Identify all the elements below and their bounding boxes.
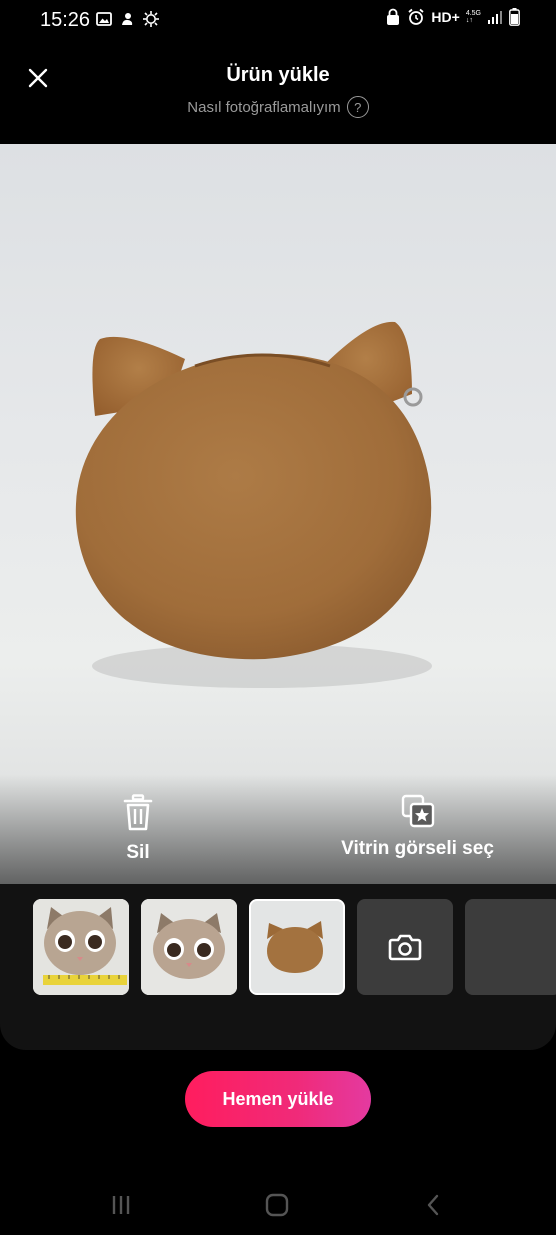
thumbnail-2[interactable]: [141, 899, 237, 995]
back-icon: [427, 1194, 439, 1216]
network-speed: 4.5G ↓↑: [466, 10, 481, 24]
thumbnail-panel: [0, 884, 556, 1050]
question-icon: ?: [346, 96, 369, 118]
delete-label: Sil: [126, 842, 150, 863]
trash-icon: [123, 794, 153, 831]
thumbnail-1[interactable]: [33, 899, 129, 995]
camera-icon: [388, 934, 422, 961]
network-arrows: ↓↑: [465, 17, 473, 24]
app-notification-icon: [122, 13, 133, 25]
cat-face-with-ruler-image: [33, 899, 129, 995]
upload-now-button[interactable]: Hemen yükle: [185, 1071, 371, 1127]
status-notification-icons: [96, 10, 160, 28]
photo-action-bar: Sil Vitrin görseli seç: [0, 794, 556, 874]
page-title: Ürün yükle: [226, 64, 330, 86]
bottom-action-area: Hemen yükle: [0, 1050, 556, 1170]
lock-icon: [387, 8, 400, 25]
cat-face-image: [141, 899, 237, 995]
back-button[interactable]: [418, 1190, 448, 1220]
recent-apps-button[interactable]: [106, 1190, 136, 1220]
empty-photo-slot[interactable]: [465, 899, 556, 995]
product-photo-preview: Sil Vitrin görseli seç: [0, 144, 556, 884]
recent-apps-icon: [112, 1196, 130, 1214]
gallery-notification-icon: [96, 12, 112, 26]
thumbnail-3-selected[interactable]: [249, 899, 345, 995]
home-button[interactable]: [262, 1190, 292, 1220]
network-type: HD+: [431, 9, 460, 25]
status-time: 15:26: [40, 9, 91, 31]
status-system-icons: HD+ 4.5G ↓↑: [385, 8, 520, 26]
home-icon: [265, 1193, 289, 1217]
showcase-star-icon: [401, 794, 434, 828]
status-bar: 15:26 HD+ 4.5G ↓↑: [0, 0, 556, 40]
set-showcase-image-button[interactable]: Vitrin görseli seç: [320, 794, 515, 860]
system-navigation-bar: [0, 1170, 556, 1235]
virus-notification-icon: [143, 11, 159, 27]
delete-photo-button[interactable]: Sil: [98, 794, 178, 864]
network-speed-label: 4.5G: [465, 10, 481, 17]
thumbnail-strip: [33, 899, 556, 995]
brown-cat-purse-thumb-image: [251, 901, 343, 993]
help-link-label: Nasıl fotoğraflamalıyım: [187, 98, 341, 116]
battery-icon: [509, 8, 520, 26]
brown-cat-purse-image: [75, 321, 432, 688]
signal-icon: [488, 11, 502, 24]
add-photo-camera-button[interactable]: [357, 899, 453, 995]
alarm-icon: [408, 8, 424, 25]
help-link[interactable]: Nasıl fotoğraflamalıyım ?: [0, 96, 556, 118]
page-header: Ürün yükle Nasıl fotoğraflamalıyım ?: [0, 40, 556, 144]
showcase-label: Vitrin görseli seç: [341, 838, 494, 859]
